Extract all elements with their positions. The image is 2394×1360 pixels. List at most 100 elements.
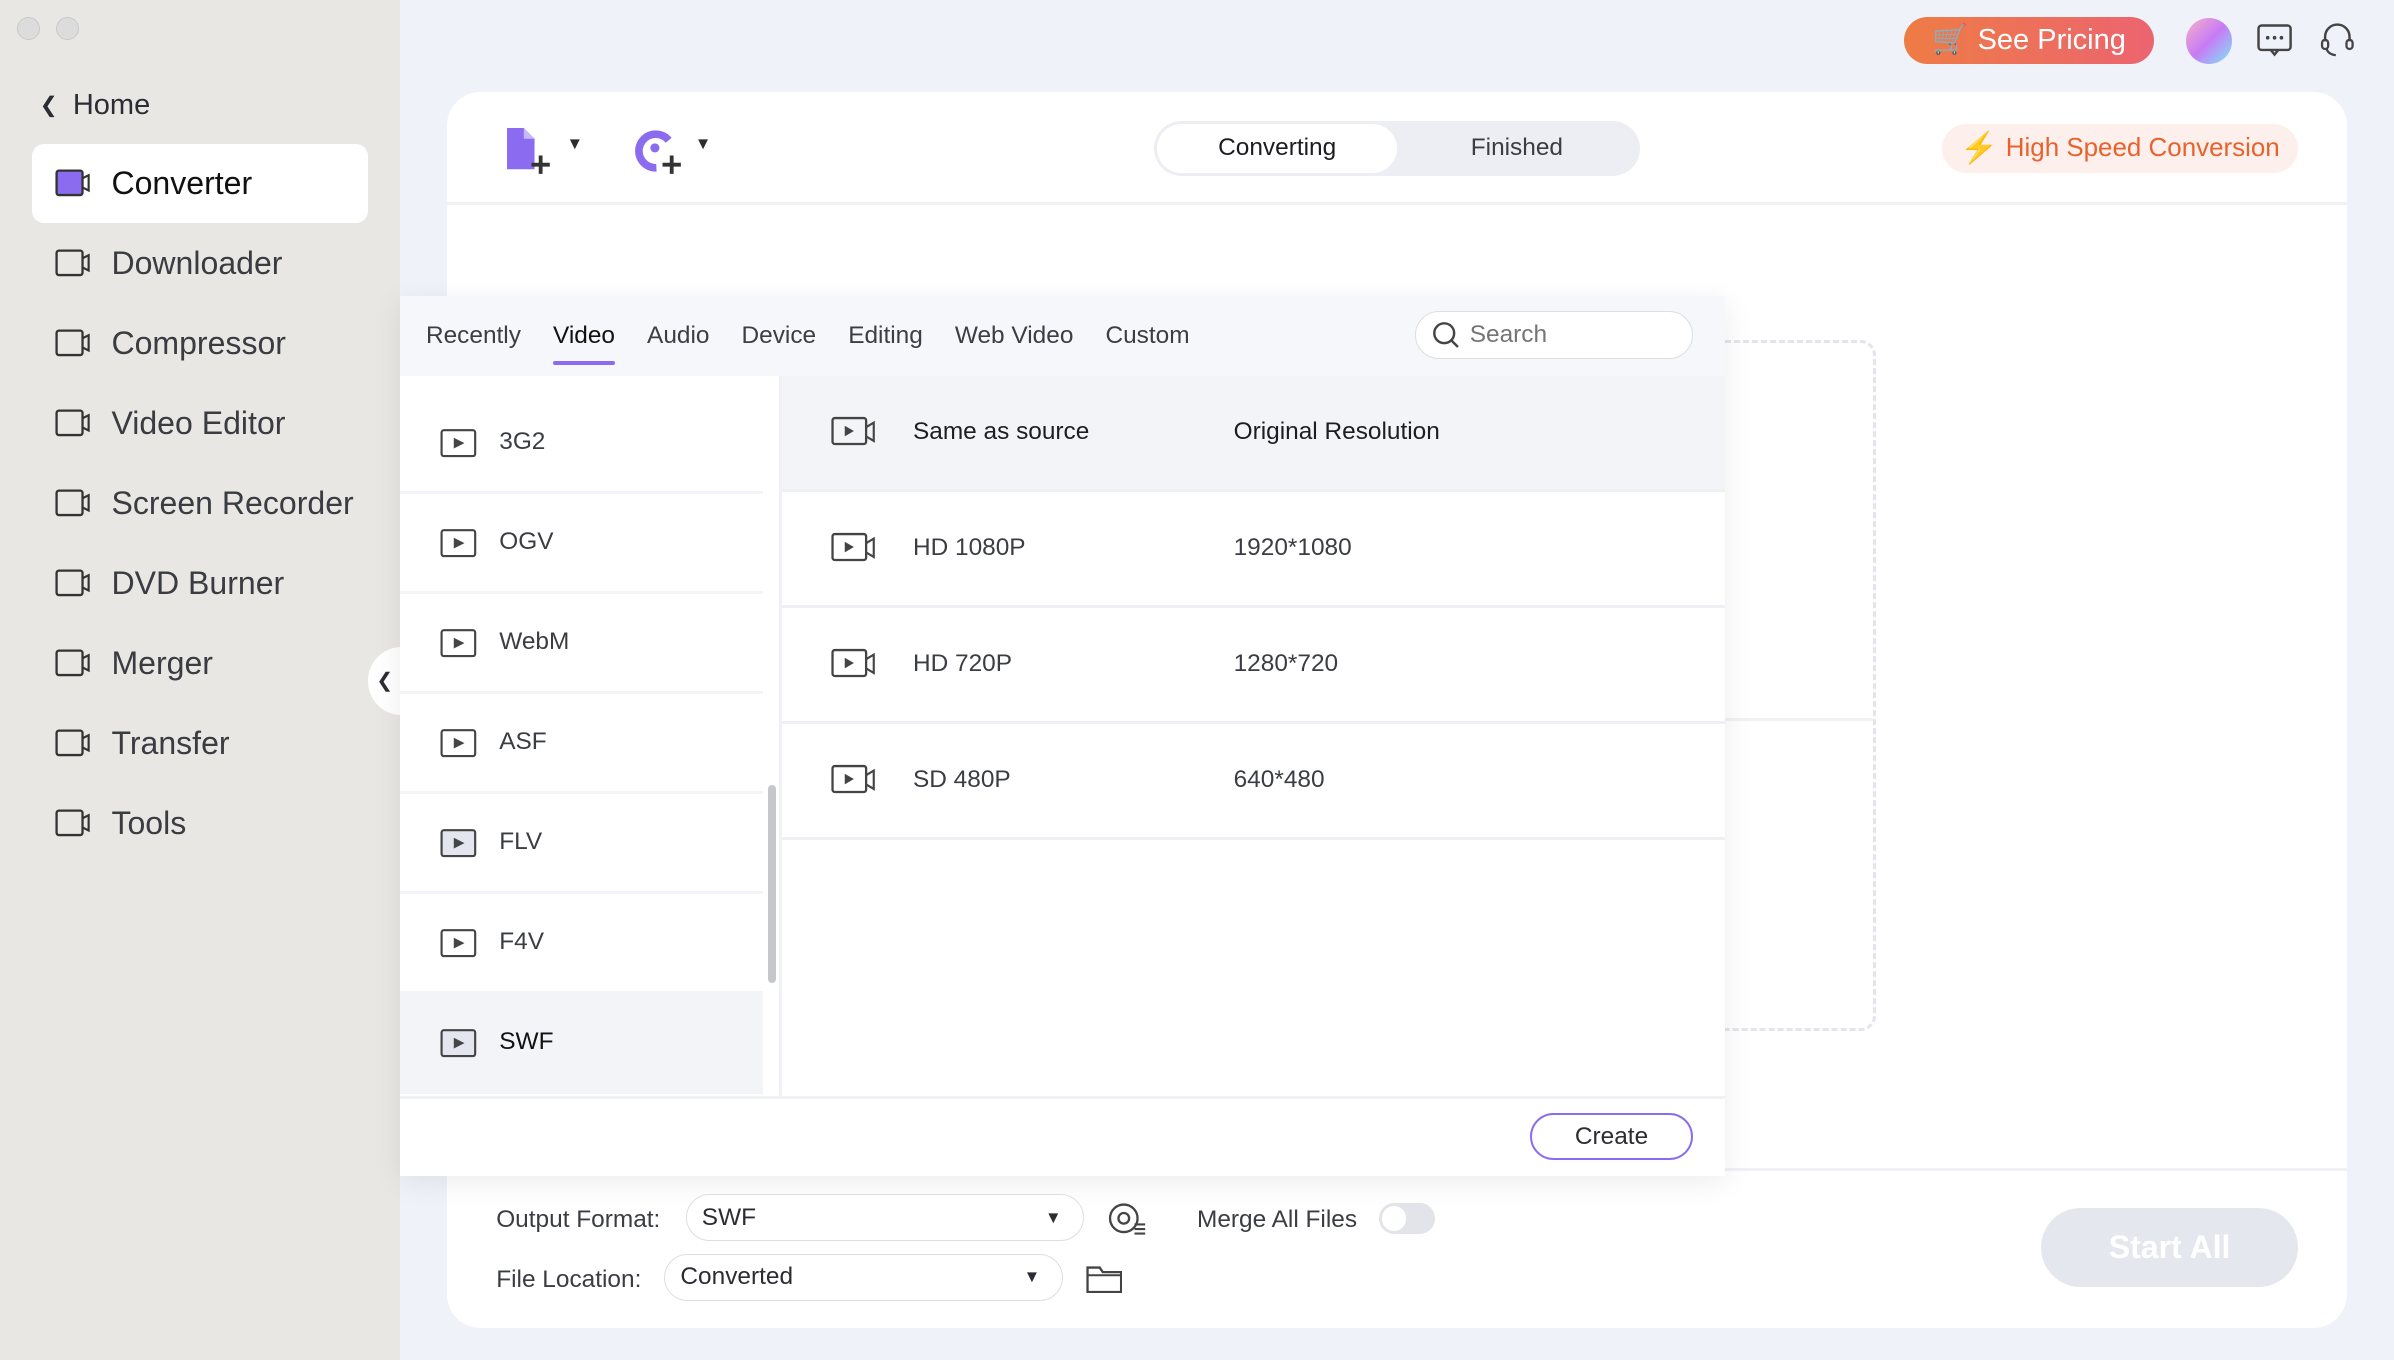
avatar[interactable]	[2186, 18, 2233, 65]
tab-recently[interactable]: Recently	[426, 316, 521, 356]
output-format-label: Output Format:	[496, 1206, 661, 1234]
window-minimize-button[interactable]	[56, 16, 80, 40]
resolution-name: HD 720P	[912, 650, 1013, 678]
home-link[interactable]: ❮ Home	[40, 89, 151, 122]
collapse-sidebar-button[interactable]: ❮	[367, 647, 402, 715]
file-location-select[interactable]: Converted ▼	[664, 1253, 1063, 1301]
transfer-icon	[55, 729, 90, 757]
headset-icon[interactable]	[2319, 20, 2356, 60]
video-camera-icon	[830, 533, 875, 562]
divider	[1725, 1168, 2347, 1172]
search-input[interactable]	[1415, 311, 1694, 359]
chevron-down-icon[interactable]: ▼	[695, 134, 712, 154]
video-camera-icon	[830, 765, 875, 794]
format-item-f4v[interactable]: F4V	[400, 894, 764, 994]
file-location-value: Converted	[680, 1263, 794, 1291]
resolution-item[interactable]: SD 480P 640*480	[781, 724, 1726, 840]
chevron-down-icon[interactable]: ▼	[566, 134, 583, 154]
record-icon	[55, 489, 90, 517]
webm-format-icon	[440, 629, 476, 658]
sidebar-item-screen-recorder[interactable]: Screen Recorder	[32, 464, 368, 543]
output-format-select[interactable]: SWF ▼	[685, 1193, 1085, 1242]
add-file-icon[interactable]	[504, 125, 559, 177]
format-label: 3G2	[499, 428, 546, 456]
chat-icon[interactable]	[2256, 24, 2292, 58]
format-label: SWF	[499, 1028, 554, 1056]
resolution-item[interactable]: Same as source Original Resolution	[781, 375, 1726, 492]
converter-icon	[55, 169, 90, 197]
resolution-value: 640*480	[1233, 766, 1325, 794]
format-label: WebM	[499, 628, 570, 656]
format-label: ASF	[499, 728, 547, 756]
format-label: OGV	[499, 528, 554, 556]
format-item-flv[interactable]: FLV	[400, 794, 764, 894]
resolution-list: Same as source Original Resolution HD 1080…	[781, 375, 1726, 840]
chevron-down-icon: ▼	[1045, 1207, 1062, 1227]
tab-audio[interactable]: Audio	[647, 316, 709, 356]
high-speed-label: High Speed Conversion	[2005, 133, 2280, 162]
window-close-button[interactable]	[16, 16, 40, 40]
sidebar-item-transfer[interactable]: Transfer	[32, 704, 368, 783]
start-all-button[interactable]: Start All	[2041, 1207, 2298, 1288]
drop-zone[interactable]	[1725, 340, 1877, 1031]
resolution-item[interactable]: HD 1080P 1920*1080	[781, 492, 1726, 608]
download-icon	[55, 249, 90, 277]
chevron-left-icon: ❮	[376, 669, 394, 692]
format-label: FLV	[499, 828, 543, 856]
tab-video[interactable]: Video	[553, 316, 615, 366]
flv-format-icon	[440, 829, 476, 858]
sidebar-item-label: Downloader	[111, 244, 283, 281]
tab-custom[interactable]: Custom	[1105, 316, 1189, 356]
home-label: Home	[72, 88, 151, 121]
scrollbar[interactable]	[767, 784, 776, 984]
resolution-value: Original Resolution	[1233, 418, 1440, 446]
sidebar-item-label: Transfer	[111, 724, 230, 761]
create-button[interactable]: Create	[1529, 1113, 1694, 1161]
tab-editing[interactable]: Editing	[848, 316, 923, 356]
add-record-icon[interactable]	[632, 125, 687, 177]
search-icon	[1432, 322, 1459, 349]
sidebar-item-compressor[interactable]: Compressor	[32, 304, 368, 383]
sidebar-item-tools[interactable]: Tools	[32, 784, 368, 863]
sidebar-item-video-editor[interactable]: Video Editor	[32, 384, 368, 463]
swf-format-icon	[440, 1029, 476, 1058]
compress-icon	[55, 329, 90, 357]
merge-all-toggle[interactable]	[1378, 1203, 1436, 1234]
sidebar-item-converter[interactable]: Converter	[32, 143, 368, 223]
sidebar-item-label: Converter	[111, 164, 253, 201]
format-item-3g2[interactable]: 3G2	[400, 394, 764, 494]
format-label: F4V	[499, 928, 545, 956]
format-item-swf[interactable]: SWF	[400, 993, 764, 1094]
sidebar-item-label: Compressor	[111, 324, 286, 361]
high-speed-conversion-button[interactable]: ⚡ High Speed Conversion	[1942, 123, 2298, 173]
sidebar-item-label: Video Editor	[111, 404, 286, 441]
tab-device[interactable]: Device	[742, 316, 817, 356]
scissors-icon	[55, 409, 90, 437]
video-camera-icon	[830, 417, 875, 446]
format-item-ogv[interactable]: OGV	[400, 494, 764, 594]
video-camera-icon	[830, 649, 875, 678]
resolution-name: Same as source	[912, 418, 1090, 446]
tab-converting[interactable]: Converting	[1157, 123, 1398, 173]
tab-web-video[interactable]: Web Video	[955, 316, 1074, 356]
sidebar-item-merger[interactable]: Merger	[32, 624, 368, 703]
chevron-down-icon: ▼	[1023, 1267, 1041, 1287]
resolution-value: 1920*1080	[1233, 534, 1352, 562]
lightning-icon: ⚡	[1960, 130, 1999, 165]
format-item-webm[interactable]: WebM	[400, 594, 764, 694]
merge-icon	[55, 649, 90, 677]
folder-icon[interactable]	[1085, 1263, 1123, 1294]
sidebar-item-downloader[interactable]: Downloader	[32, 224, 368, 303]
search-field[interactable]	[1469, 321, 1669, 350]
ogv-format-icon	[440, 529, 476, 558]
settings-icon[interactable]	[1107, 1200, 1147, 1237]
see-pricing-button[interactable]: 🛒 See Pricing	[1903, 16, 2155, 65]
sidebar-item-dvd-burner[interactable]: DVD Burner	[32, 544, 368, 623]
tab-finished[interactable]: Finished	[1397, 124, 1637, 173]
disc-icon	[55, 569, 90, 597]
status-tabs: Converting Finished	[1154, 120, 1640, 176]
resolution-name: HD 1080P	[912, 534, 1026, 562]
format-item-asf[interactable]: ASF	[400, 694, 764, 794]
resolution-item[interactable]: HD 720P 1280*720	[781, 608, 1726, 724]
f4v-format-icon	[440, 929, 476, 958]
